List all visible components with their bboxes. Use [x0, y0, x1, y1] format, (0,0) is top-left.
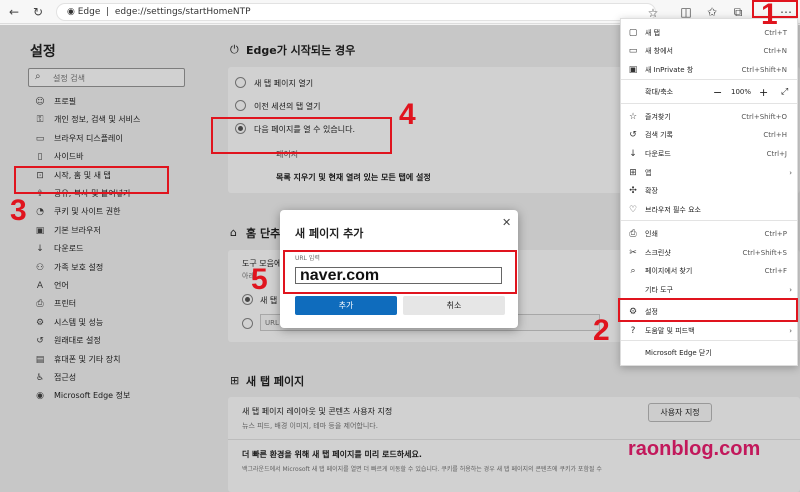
annotation-number-5: 5: [251, 263, 268, 296]
menu-divider: [621, 340, 797, 341]
menu-item-shortcut: Ctrl+F: [764, 267, 787, 275]
history-icon: ↺: [629, 130, 637, 140]
heart-pulse-icon: ♡: [628, 205, 638, 215]
menu-item[interactable]: ♡ 브라우저 필수 요소: [621, 202, 797, 219]
menu-item-label: 다운로드: [645, 150, 671, 158]
print-icon: ⎙: [629, 229, 637, 239]
menu-item-label: 새 창에서: [645, 47, 673, 55]
menu-item-label: 스크린샷: [645, 249, 671, 257]
zoom-out-icon[interactable]: −: [713, 84, 722, 101]
screenshot-icon: ✂: [629, 248, 637, 258]
apps-icon: ⊞: [629, 168, 637, 178]
menu-item-label: 새 InPrivate 창: [645, 66, 694, 74]
menu-item-shortcut: Ctrl+Shift+O: [741, 113, 787, 121]
find-icon: ⌕: [630, 266, 636, 276]
address-bar[interactable]: ◉ Edge | edge://settings/startHomeNTP ☆: [56, 3, 658, 21]
star-icon: ☆: [628, 112, 638, 122]
menu-item[interactable]: ▣ 새 InPrivate 창 Ctrl+Shift+N: [621, 62, 797, 79]
menu-item-label: 확대/축소: [645, 88, 674, 96]
menu-divider: [621, 79, 797, 80]
fullscreen-icon[interactable]: ⤢: [781, 84, 788, 101]
cancel-button[interactable]: 취소: [403, 296, 505, 315]
close-icon[interactable]: ✕: [502, 216, 511, 229]
menu-item[interactable]: ▭ 새 창에서 Ctrl+N: [621, 43, 797, 60]
menu-item-shortcut: Ctrl+J: [766, 150, 787, 158]
annotation-number-4: 4: [399, 98, 416, 131]
chevron-right-icon: ›: [789, 169, 792, 177]
menu-item-shortcut: Ctrl+N: [763, 47, 787, 55]
menu-item[interactable]: ✂ 스크린샷 Ctrl+Shift+S: [621, 245, 797, 262]
menu-item[interactable]: ⌕ 페이지에서 찾기 Ctrl+F: [621, 263, 797, 280]
menu-item[interactable]: 확대/축소 − 100% + ⤢: [621, 84, 797, 101]
menu-item[interactable]: ⊞ 앱 ›: [621, 165, 797, 182]
menu-item-label: 기타 도구: [645, 286, 673, 294]
annotation-number-2: 2: [593, 314, 610, 347]
menu-item-label: 검색 기록: [645, 131, 673, 139]
menu-item-label: 인쇄: [645, 230, 658, 238]
annotation-box-specific-pages: [211, 117, 392, 154]
address-text: ◉ Edge | edge://settings/startHomeNTP: [67, 7, 251, 17]
menu-item[interactable]: ✣ 확장: [621, 183, 797, 200]
menu-item-shortcut: Ctrl+Shift+N: [741, 66, 787, 74]
menu-item[interactable]: Microsoft Edge 닫기: [621, 345, 797, 362]
menu-item-label: 도움말 및 피드백: [645, 327, 695, 335]
annotation-box-start-home: [14, 166, 169, 194]
chevron-right-icon: ›: [789, 327, 792, 335]
menu-divider: [621, 220, 797, 221]
menu-item[interactable]: 기타 도구 ›: [621, 282, 797, 299]
menu-item-label: 즐겨찾기: [645, 113, 671, 121]
edge-logo-icon: ◉: [67, 7, 75, 17]
menu-item[interactable]: ↺ 검색 기록 Ctrl+H: [621, 127, 797, 144]
zoom-in-icon[interactable]: +: [759, 84, 768, 101]
back-icon[interactable]: ←: [6, 4, 22, 20]
address-brand: Edge: [77, 7, 101, 17]
menu-item-shortcut: Ctrl+H: [763, 131, 787, 139]
download-icon: ↓: [629, 149, 637, 159]
annotation-box-url-input: [283, 250, 517, 294]
new-tab-icon: ▢: [628, 28, 638, 38]
watermark: raonblog.com: [628, 438, 761, 460]
add-button[interactable]: 추가: [295, 296, 397, 315]
menu-item[interactable]: ↓ 다운로드 Ctrl+J: [621, 146, 797, 163]
dialog-title: 새 페이지 추가: [295, 227, 364, 240]
menu-item[interactable]: ? 도움말 및 피드백 ›: [621, 323, 797, 340]
chevron-right-icon: ›: [789, 286, 792, 294]
inprivate-icon: ▣: [628, 65, 638, 75]
annotation-number-3: 3: [10, 194, 27, 227]
annotation-number-1: 1: [761, 0, 778, 31]
menu-item-label: 확장: [645, 187, 658, 195]
menu-divider: [621, 103, 797, 104]
menu-item-shortcut: Ctrl+P: [764, 230, 787, 238]
annotation-box-settings: [618, 298, 798, 322]
menu-item-shortcut: Ctrl+Shift+S: [742, 249, 787, 257]
extension-icon: ✣: [629, 186, 637, 196]
address-url: edge://settings/startHomeNTP: [114, 7, 251, 17]
menu-item[interactable]: ☆ 즐겨찾기 Ctrl+Shift+O: [621, 109, 797, 126]
refresh-icon[interactable]: ↻: [30, 4, 46, 20]
menu-item-label: 새 탭: [645, 29, 661, 37]
menu-item-label: 앱: [645, 169, 652, 177]
help-icon: ?: [630, 326, 636, 336]
new-window-icon: ▭: [628, 46, 638, 56]
zoom-level: 100%: [731, 88, 752, 96]
menu-item[interactable]: ⎙ 인쇄 Ctrl+P: [621, 226, 797, 243]
menu-item-label: 브라우저 필수 요소: [645, 206, 701, 214]
menu-item-label: Microsoft Edge 닫기: [645, 349, 712, 357]
menu-item-label: 페이지에서 찾기: [645, 267, 693, 275]
